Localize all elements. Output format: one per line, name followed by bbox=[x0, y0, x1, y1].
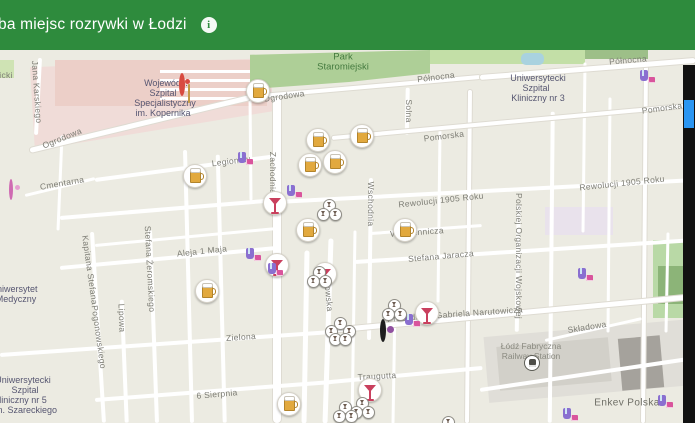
cocktail-marker-icon[interactable] bbox=[263, 191, 287, 215]
cluster-mini-circle[interactable] bbox=[394, 308, 407, 321]
map-label: Zielona bbox=[225, 330, 257, 344]
map-label: Uniwersytet bbox=[0, 284, 38, 294]
map-label: Uniwersytecki bbox=[0, 375, 51, 385]
map-label: im. Szareckiego bbox=[0, 405, 58, 415]
map-label: icki bbox=[0, 70, 13, 80]
beer-marker-icon[interactable] bbox=[306, 128, 330, 152]
road-segment bbox=[0, 330, 333, 357]
map-label: Kliniczny nr 5 bbox=[0, 395, 47, 405]
pond bbox=[521, 53, 544, 65]
map-label: Szpital bbox=[11, 385, 39, 395]
header-bar: ba miejsc rozrywki w Łodzi i bbox=[0, 0, 695, 50]
attraction-ring-icon bbox=[9, 179, 13, 200]
scrollbar-track[interactable] bbox=[683, 65, 695, 423]
park-strip-area bbox=[430, 50, 585, 64]
map-label: Cmentarna bbox=[39, 174, 85, 192]
beer-marker-icon[interactable] bbox=[350, 124, 374, 148]
map-label: Solna bbox=[404, 99, 414, 123]
info-icon[interactable]: i bbox=[200, 17, 217, 33]
beer-marker-icon[interactable] bbox=[195, 279, 219, 303]
beer-marker-icon[interactable] bbox=[298, 153, 322, 177]
selected-point-marker-icon[interactable] bbox=[380, 319, 386, 342]
app-window: ba miejsc rozrywki w Łodzi i icki Jana Ka… bbox=[0, 0, 695, 423]
map-label: Kliniczny nr 3 bbox=[511, 93, 565, 103]
cluster-mini-circle[interactable] bbox=[345, 410, 358, 423]
cluster-mini-circle[interactable] bbox=[362, 406, 375, 419]
road-segment bbox=[59, 198, 278, 220]
hospital-emergency-icon bbox=[179, 73, 185, 96]
map-label: 6 Sierpnia bbox=[196, 387, 238, 401]
cluster-mini-circle[interactable] bbox=[329, 208, 342, 221]
scrollbar-thumb[interactable] bbox=[684, 100, 694, 128]
map-label: Łódź Fabryczna bbox=[500, 341, 562, 351]
cluster-mini-circle[interactable] bbox=[339, 333, 352, 346]
cluster-mini-circle[interactable] bbox=[319, 275, 332, 288]
railway-station-icon bbox=[524, 355, 540, 371]
map-canvas[interactable]: icki Jana Karskiego Ogrodowa Ogrodowa Park St… bbox=[0, 50, 695, 423]
road-segment bbox=[436, 129, 442, 303]
beer-marker-icon[interactable] bbox=[393, 218, 417, 242]
beer-marker-icon[interactable] bbox=[246, 79, 270, 103]
beer-marker-icon[interactable] bbox=[277, 392, 301, 416]
map-label: Stefana Jaracza bbox=[407, 248, 475, 264]
map-label: Specjalistyczny bbox=[134, 98, 196, 108]
map-label: Lipowa bbox=[116, 303, 128, 333]
map-label: Pogonowskiego bbox=[89, 304, 109, 370]
road-segment bbox=[331, 103, 695, 140]
map-label: Polskiej Organizacji Wojskowej bbox=[514, 193, 524, 319]
map-label: Szpital bbox=[149, 88, 177, 98]
map-label: Rewolucji 1905 Roku bbox=[578, 173, 666, 193]
map-label: Medyczny bbox=[0, 294, 37, 304]
map-label: Zachodnia bbox=[268, 151, 278, 195]
lavender-block bbox=[545, 207, 613, 235]
map-label: Enkev Polska bbox=[594, 397, 660, 409]
page-title: ba miejsc rozrywki w Łodzi bbox=[0, 16, 187, 33]
map-label: Wschodnia bbox=[366, 181, 376, 227]
map-label: Uniwersytecki bbox=[510, 73, 566, 83]
beer-marker-icon[interactable] bbox=[183, 164, 207, 188]
map-label: im. Kopernika bbox=[135, 108, 191, 118]
map-label: Staromiejski bbox=[317, 61, 369, 73]
map-label: Szpital bbox=[522, 83, 550, 93]
beer-marker-icon[interactable] bbox=[296, 218, 320, 242]
beer-marker-icon[interactable] bbox=[323, 150, 347, 174]
cluster-mini-circle[interactable] bbox=[442, 416, 455, 423]
road-segment bbox=[183, 149, 194, 423]
amber-building-icon bbox=[188, 84, 190, 103]
